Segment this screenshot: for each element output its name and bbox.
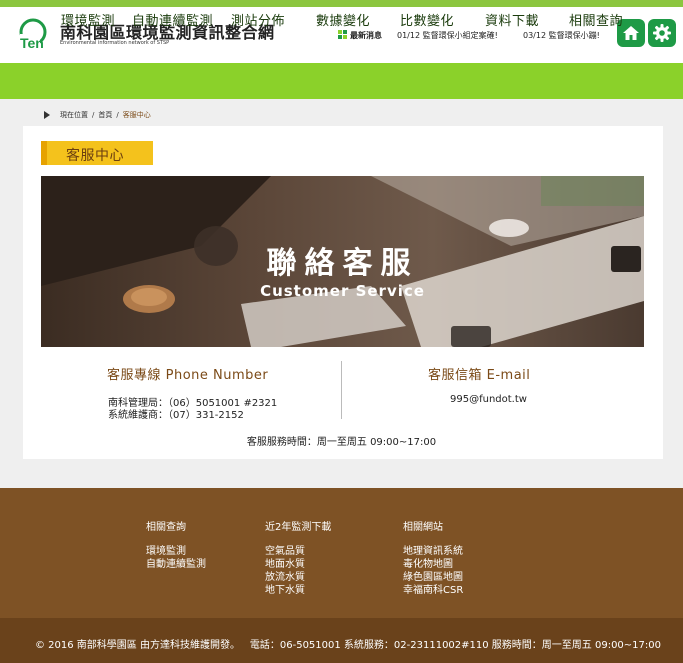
breadcrumb-current: 客服中心: [122, 111, 151, 119]
banner-subtitle: Customer Service: [260, 282, 425, 300]
top-accent-bar: [0, 0, 683, 7]
footer-heading-related-sites: 相關網站: [403, 522, 443, 533]
nav-item-downloads[interactable]: 資料下載: [485, 10, 539, 29]
breadcrumb: 現在位置 / 首頁 / 客服中心: [44, 110, 151, 120]
news-item[interactable]: 03/12 監督環保小蹦!: [523, 30, 600, 41]
gear-icon: [653, 24, 671, 42]
site-subtitle: Environmental information network of STS…: [60, 40, 170, 46]
nav-item-continuous-monitoring[interactable]: 自動連續監測: [132, 10, 213, 29]
service-hours: 客服服務時間：周一至周五 09:00~17:00: [246, 437, 437, 448]
nav-item-station-map[interactable]: 測站分佈: [231, 10, 285, 29]
breadcrumb-home[interactable]: 首頁: [98, 110, 112, 120]
copyright: © 2016 南部科學園區 由方達科技維護開發。: [35, 640, 240, 651]
nav-item-related-queries[interactable]: 相關查詢: [569, 10, 623, 29]
footer: [0, 488, 683, 618]
phone-heading: 客服專線 Phone Number: [107, 368, 269, 383]
contact-banner: 聯絡客服 Customer Service: [41, 176, 644, 347]
news-item[interactable]: 01/12 監督環保小組定案確!: [397, 30, 498, 41]
footer-link[interactable]: 地下水質: [265, 581, 305, 596]
news-label: 最新消息: [350, 31, 382, 40]
breadcrumb-separator: /: [92, 111, 95, 119]
nav-item-ratio-changes[interactable]: 比數變化: [400, 10, 454, 29]
logo-text: Ten: [20, 35, 44, 51]
footer-heading-downloads: 近2年監測下載: [265, 522, 332, 533]
page-title: 客服中心: [66, 148, 124, 164]
nav-item-monitoring[interactable]: 環境監測: [61, 10, 115, 29]
footer-link[interactable]: 幸福南科CSR: [403, 581, 463, 596]
banner-title: 聯絡客服: [266, 246, 419, 281]
footer-heading-related-queries: 相關查詢: [146, 522, 186, 533]
settings-button[interactable]: [648, 19, 676, 47]
page-title-tag: 客服中心: [41, 141, 153, 165]
footer-link[interactable]: 自動連續監測: [146, 555, 206, 570]
email-heading: 客服信箱 E-mail: [428, 368, 531, 383]
column-divider: [341, 361, 342, 419]
breadcrumb-arrow-icon: [44, 111, 50, 119]
home-icon: [623, 26, 639, 40]
email-link[interactable]: 995@fundot.tw: [450, 394, 527, 405]
site-logo[interactable]: Ten: [18, 18, 52, 52]
news-icon: [338, 30, 347, 39]
breadcrumb-label: 現在位置: [60, 111, 88, 119]
phone-line-vendor: 系統維護商：（07）331-2152: [108, 410, 244, 421]
footer-contact: 電話：06-5051001 系統服務：02-23111002#110 服務時間：…: [249, 640, 661, 651]
nav-item-data-changes[interactable]: 數據變化: [316, 10, 370, 29]
breadcrumb-separator: /: [116, 111, 119, 119]
main-nav: [0, 63, 683, 99]
